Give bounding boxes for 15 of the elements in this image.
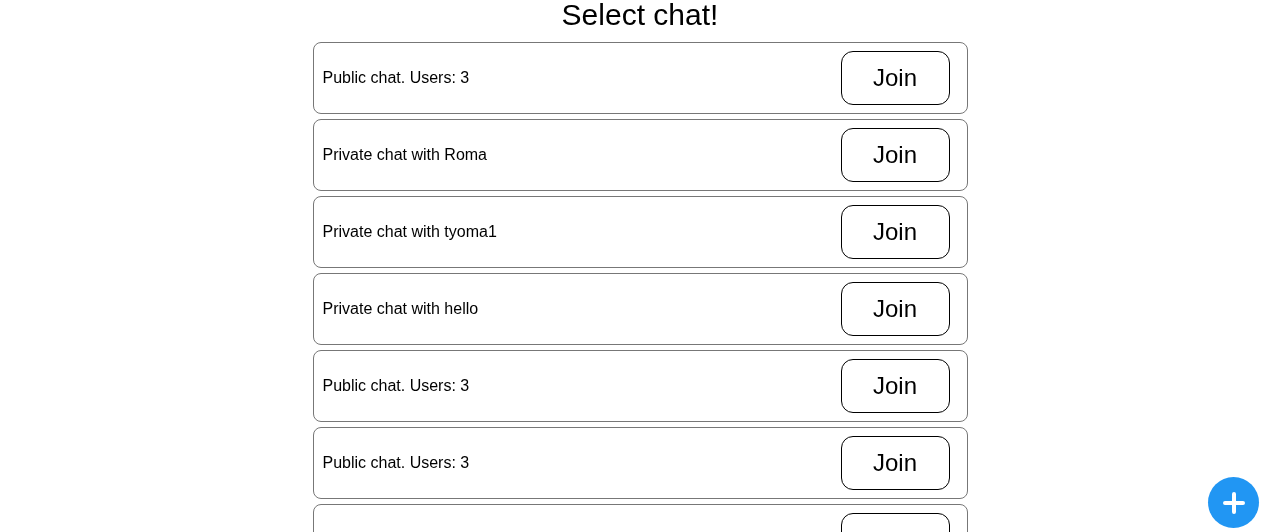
page-title: Select chat! — [560, 0, 720, 30]
join-button[interactable]: Join — [840, 205, 950, 259]
join-button[interactable]: Join — [840, 51, 950, 105]
add-button[interactable] — [1208, 477, 1259, 528]
chat-name: Private chat with tyoma1 — [322, 223, 497, 241]
join-button[interactable]: Join — [840, 436, 950, 490]
chat-name: Private chat with hello — [322, 300, 479, 318]
chat-name: Public chat. Users: 3 — [322, 377, 470, 395]
chat-name: Public chat. Users: 3 — [322, 454, 470, 472]
join-button[interactable]: Join — [840, 359, 950, 413]
chat-name: Private chat with Roma — [322, 146, 487, 164]
join-button[interactable]: Join — [840, 282, 950, 336]
join-button[interactable]: Join — [840, 128, 950, 182]
chat-name: Public chat. Users: 3 — [322, 69, 470, 87]
plus-icon — [1222, 491, 1245, 514]
